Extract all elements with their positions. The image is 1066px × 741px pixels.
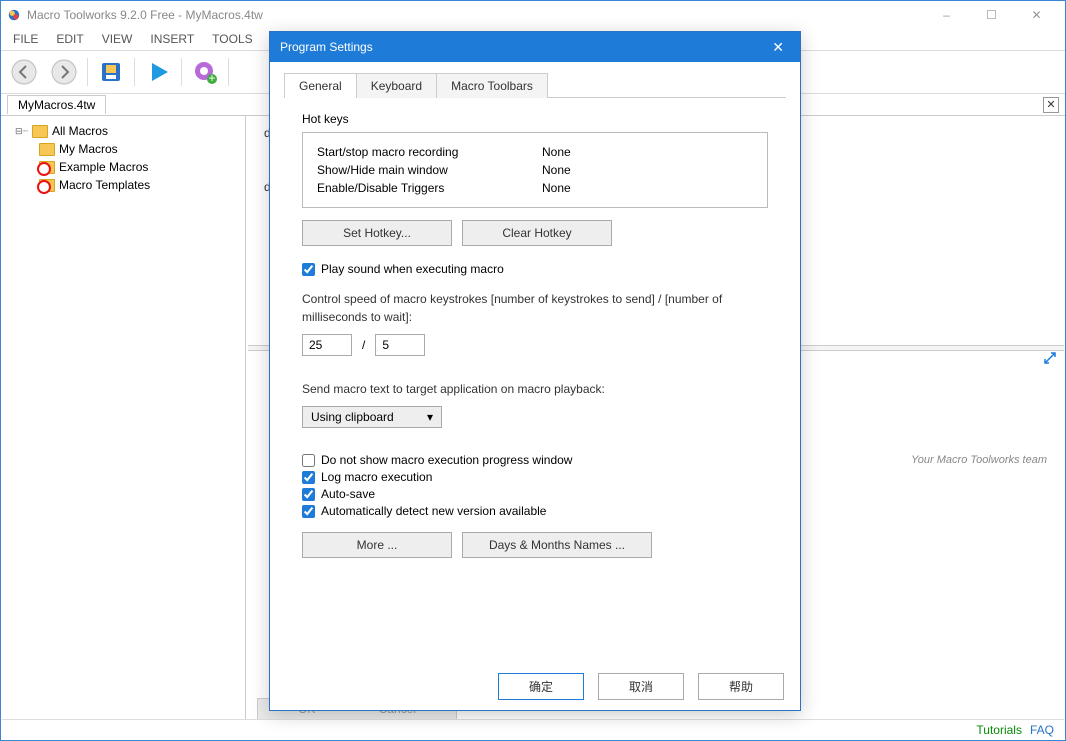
folder-disabled-icon [39,161,55,174]
nav-back-icon[interactable] [7,55,41,89]
dialog-cancel-button[interactable]: 取消 [598,673,684,700]
dialog-title: Program Settings [280,40,373,54]
nav-forward-icon[interactable] [47,55,81,89]
separator-icon [228,58,229,86]
slash-separator: / [362,338,365,352]
tab-keyboard[interactable]: Keyboard [356,73,437,98]
dialog-titlebar: Program Settings ✕ [270,32,800,62]
menu-tools[interactable]: TOOLS [204,30,260,48]
menu-view[interactable]: VIEW [94,30,141,48]
tab-macro-toolbars[interactable]: Macro Toolbars [436,73,548,98]
separator-icon [87,58,88,86]
settings-gear-icon[interactable]: + [188,55,222,89]
keystrokes-count-input[interactable] [302,334,352,356]
wait-ms-input[interactable] [375,334,425,356]
auto-save-checkbox[interactable]: Auto-save [302,487,768,501]
tutorials-link[interactable]: Tutorials [976,723,1022,737]
more-button[interactable]: More ... [302,532,452,558]
set-hotkey-button[interactable]: Set Hotkey... [302,220,452,246]
hotkey-row[interactable]: Start/stop macro recordingNone [317,143,753,161]
window-close-icon[interactable]: ✕ [1014,4,1059,26]
log-execution-checkbox[interactable]: Log macro execution [302,470,768,484]
hotkeys-list[interactable]: Start/stop macro recordingNone Show/Hide… [302,132,768,208]
play-sound-checkbox[interactable]: Play sound when executing macro [302,262,768,276]
status-bar: Tutorials FAQ [2,719,1064,739]
menu-edit[interactable]: EDIT [48,30,91,48]
folder-disabled-icon [39,179,55,192]
macro-tree: ⊟┈All Macros My Macros Example Macros Ma… [1,116,246,722]
window-minimize-icon[interactable]: – [924,4,969,26]
auto-update-checkbox[interactable]: Automatically detect new version availab… [302,504,768,518]
tree-root[interactable]: ⊟┈All Macros [5,122,241,140]
play-sound-input[interactable] [302,263,315,276]
hotkey-row[interactable]: Show/Hide main windowNone [317,161,753,179]
menu-insert[interactable]: INSERT [142,30,202,48]
play-icon[interactable] [141,55,175,89]
dialog-close-icon[interactable]: ✕ [766,39,790,56]
save-icon[interactable] [94,55,128,89]
file-tab[interactable]: MyMacros.4tw [7,95,106,114]
window-titlebar: Macro Toolworks 9.2.0 Free - MyMacros.4t… [1,1,1065,28]
no-progress-checkbox[interactable]: Do not show macro execution progress win… [302,453,768,467]
tree-item-my-macros[interactable]: My Macros [5,140,241,158]
auto-save-input[interactable] [302,488,315,501]
send-text-label: Send macro text to target application on… [302,380,768,398]
app-logo-icon [7,8,21,22]
dialog-tabs: General Keyboard Macro Toolbars [284,72,786,98]
faq-link[interactable]: FAQ [1030,723,1054,737]
tree-item-macro-templates[interactable]: Macro Templates [5,176,241,194]
chevron-down-icon: ▾ [427,410,433,424]
clear-hotkey-button[interactable]: Clear Hotkey [462,220,612,246]
folder-icon [32,125,48,138]
hotkeys-header: Hot keys [302,112,768,126]
separator-icon [181,58,182,86]
menu-file[interactable]: FILE [5,30,46,48]
pane-close-icon[interactable]: ✕ [1043,97,1059,113]
speed-label: Control speed of macro keystrokes [numbe… [302,290,768,326]
no-progress-input[interactable] [302,454,315,467]
svg-text:+: + [208,71,215,85]
folder-icon [39,143,55,156]
tab-general[interactable]: General [284,73,357,98]
tree-item-example-macros[interactable]: Example Macros [5,158,241,176]
log-execution-input[interactable] [302,471,315,484]
window-maximize-icon[interactable]: ☐ [969,4,1014,26]
days-months-button[interactable]: Days & Months Names ... [462,532,652,558]
hotkey-row[interactable]: Enable/Disable TriggersNone [317,179,753,197]
send-text-select[interactable]: Using clipboard ▾ [302,406,442,428]
expand-diagonal-icon[interactable] [1043,351,1057,365]
dialog-ok-button[interactable]: 确定 [498,673,584,700]
window-title: Macro Toolworks 9.2.0 Free - MyMacros.4t… [27,8,924,22]
separator-icon [134,58,135,86]
dialog-help-button[interactable]: 帮助 [698,673,784,700]
auto-update-input[interactable] [302,505,315,518]
program-settings-dialog: Program Settings ✕ General Keyboard Macr… [269,31,801,711]
